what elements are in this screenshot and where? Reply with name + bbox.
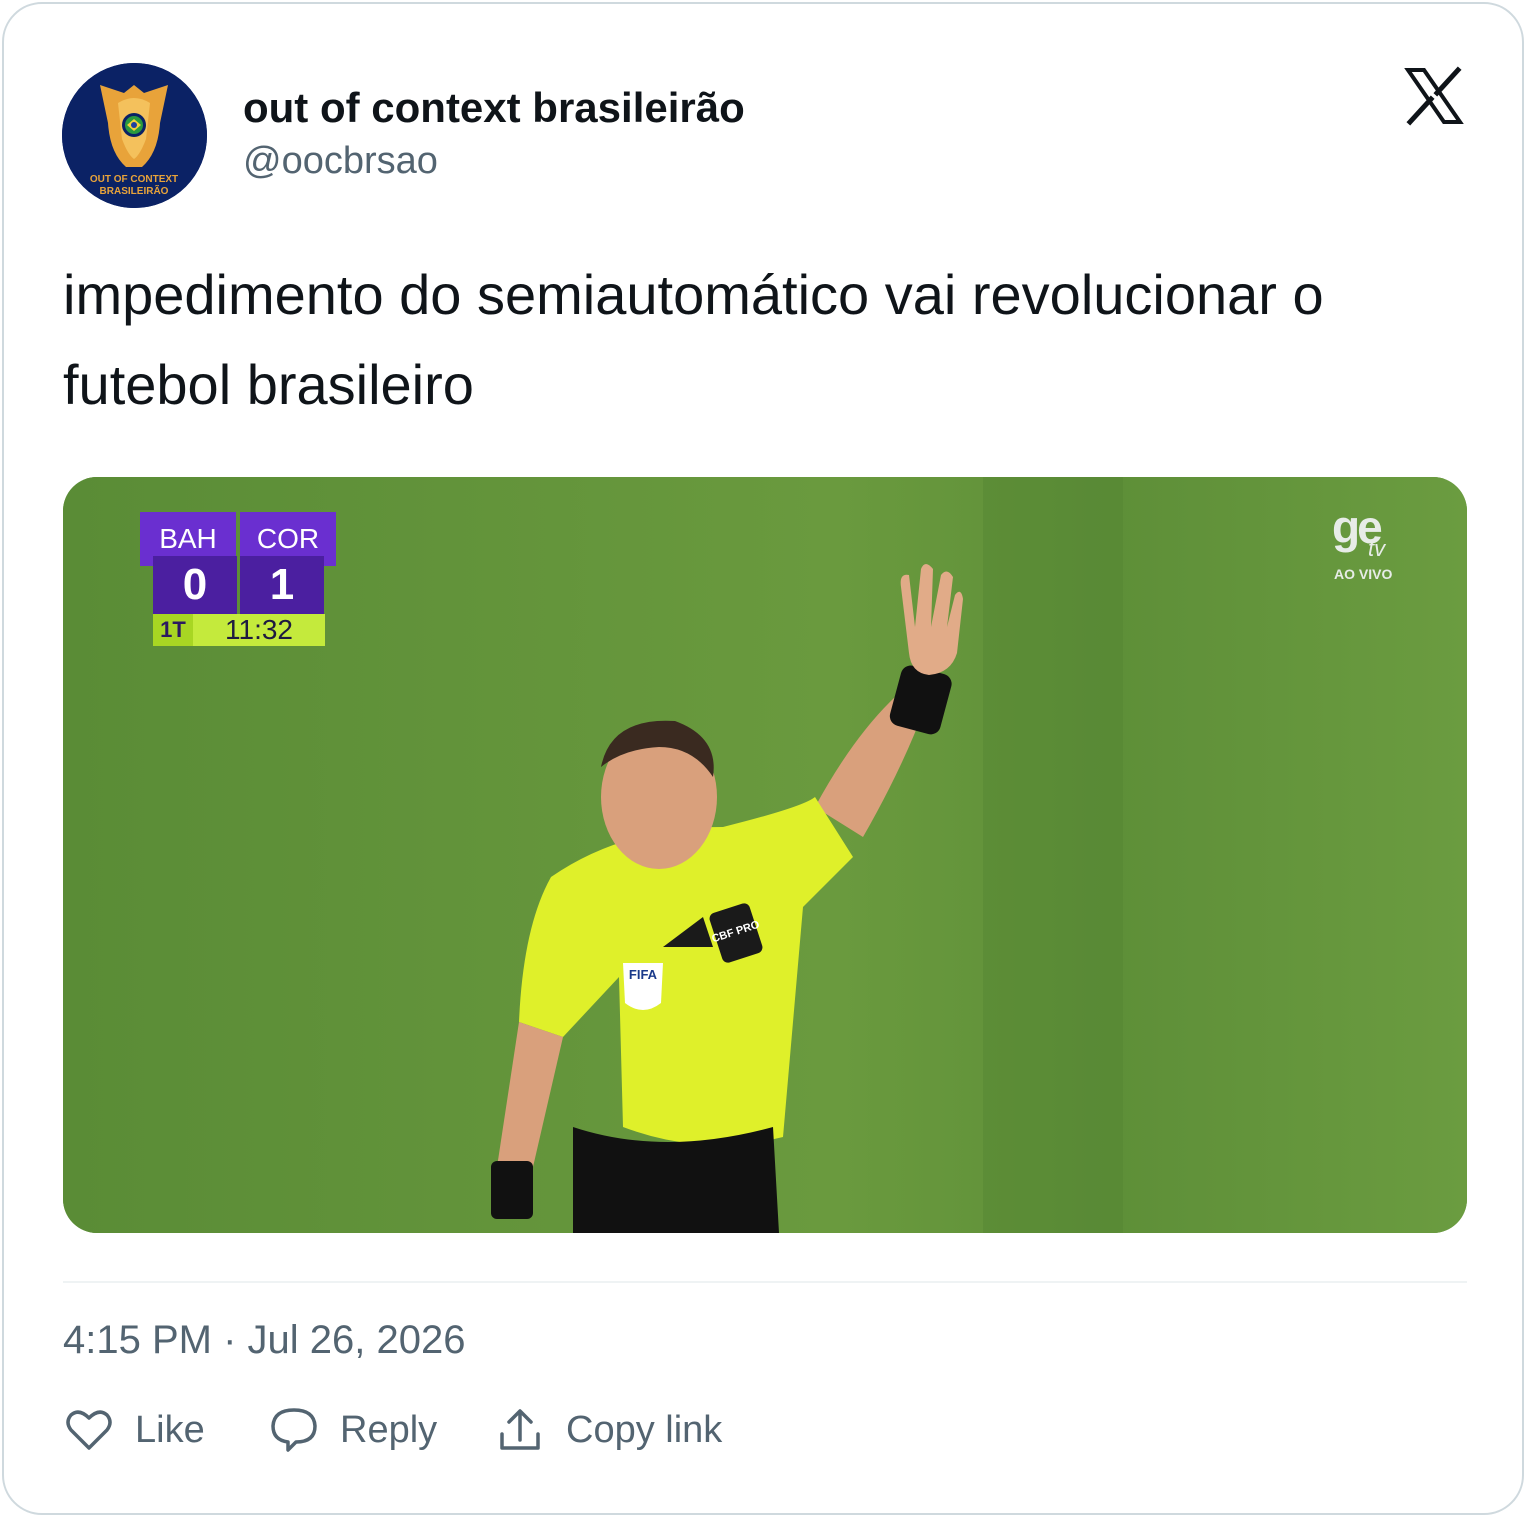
avatar-caption-line1: OUT OF CONTEXT <box>90 174 178 185</box>
tweet-timestamp[interactable]: 4:15 PM · Jul 26, 2026 <box>63 1318 465 1363</box>
copy-link-label: Copy link <box>566 1408 723 1451</box>
scoreboard-home-score: 0 <box>153 556 237 614</box>
scoreboard-clock: 11:32 <box>193 614 325 646</box>
broadcaster-sub-text: tv <box>1368 536 1386 561</box>
broadcaster-live-text: AO VIVO <box>1334 566 1393 582</box>
divider <box>63 1281 1467 1283</box>
avatar-caption-line2: BRASILEIRÃO <box>100 184 169 197</box>
scoreboard-away-score: 1 <box>240 556 324 614</box>
like-button[interactable]: Like <box>63 1400 205 1460</box>
copy-link-button[interactable]: Copy link <box>494 1400 722 1460</box>
fifa-badge: FIFA <box>629 967 658 982</box>
author-display-name[interactable]: out of context brasileirão <box>243 84 745 132</box>
speech-bubble-icon <box>271 1408 317 1452</box>
reply-label: Reply <box>340 1408 438 1451</box>
share-upload-icon <box>500 1409 540 1450</box>
tweet-text: impedimento do semiautomático vai revolu… <box>63 263 1324 416</box>
avatar[interactable]: OUT OF CONTEXT BRASILEIRÃO <box>62 63 207 208</box>
heart-icon <box>66 1410 112 1450</box>
like-label: Like <box>135 1408 205 1451</box>
scoreboard-period: 1T <box>153 614 193 646</box>
x-logo-icon[interactable] <box>1404 66 1464 126</box>
broadcaster-logo: ge tv AO VIVO <box>1330 500 1410 590</box>
reply-button[interactable]: Reply <box>268 1400 437 1460</box>
brasileirao-logo-icon: OUT OF CONTEXT BRASILEIRÃO <box>62 63 207 208</box>
author-handle[interactable]: @oocbrsao <box>243 140 438 183</box>
